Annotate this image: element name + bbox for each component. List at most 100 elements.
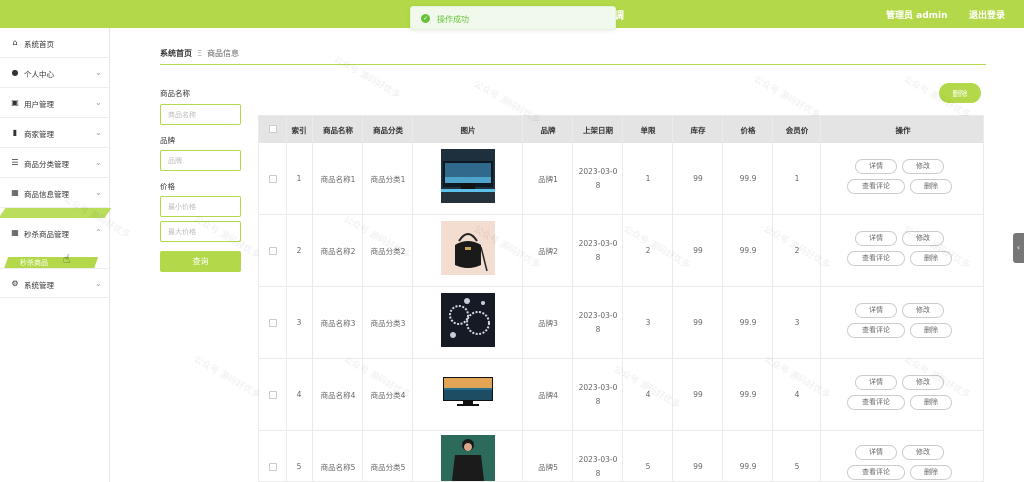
cell-limit: 4 [645, 390, 651, 399]
row-checkbox[interactable] [269, 391, 277, 399]
view-reviews-button[interactable]: 查看评论 [847, 323, 905, 338]
edit-button[interactable]: 修改 [902, 375, 944, 390]
sidebar-item-products[interactable]: ▦ 商品信息管理 ⌄ [0, 178, 110, 208]
query-button[interactable]: 查询 [160, 251, 241, 272]
breadcrumb-home[interactable]: 系统首页 [160, 49, 192, 58]
filter-name-label: 商品名称 [160, 89, 190, 98]
view-reviews-button[interactable]: 查看评论 [847, 395, 905, 410]
cell-name: 商品名称1 [320, 175, 356, 184]
cell-date-cont: 8 [595, 181, 601, 190]
view-reviews-button[interactable]: 查看评论 [847, 465, 905, 480]
table-row[interactable]: 5 商品名称5 商品分类5 品牌5 2023-03-0 8 5 99 99.9 … [259, 431, 983, 481]
row-checkbox[interactable] [269, 247, 277, 255]
edit-button[interactable]: 修改 [902, 445, 944, 460]
users-icon: ▣ [11, 98, 19, 107]
breadcrumb-current: 商品信息 [207, 49, 240, 58]
table-row[interactable]: 3 商品名称3 商品分类3 品牌3 2023-03-0 8 3 99 99.9 … [259, 287, 983, 359]
watermark: 公众号 源码好优多 [331, 54, 402, 101]
chevron-down-icon: ⌄ [95, 68, 102, 77]
user-label[interactable]: 管理员 admin [886, 8, 948, 21]
side-expand-icon[interactable]: ‹ [1013, 233, 1024, 263]
column-header: 上架日期 [583, 126, 613, 135]
table-row[interactable]: 4 商品名称4 商品分类4 品牌4 2023-03-0 8 4 99 99.9 … [259, 359, 983, 431]
check-circle-icon: ✓ [421, 14, 430, 23]
detail-button[interactable]: 详情 [855, 159, 897, 174]
column-header: 品牌 [540, 126, 556, 135]
column-header: 库存 [690, 126, 706, 135]
cell-date-cont: 8 [595, 325, 601, 334]
table-row[interactable]: 1 商品名称1 商品分类1 品牌1 2023-03-0 8 1 99 99.9 … [259, 143, 983, 215]
cell-index: 2 [296, 246, 302, 255]
detail-button[interactable]: 详情 [855, 231, 897, 246]
cell-member-price: 3 [794, 318, 800, 327]
row-checkbox[interactable] [269, 463, 277, 471]
cell-limit: 5 [645, 462, 651, 471]
edit-button[interactable]: 修改 [902, 159, 944, 174]
edit-button[interactable]: 修改 [902, 303, 944, 318]
table-row[interactable]: 2 商品名称2 商品分类2 品牌2 2023-03-0 8 2 99 99.9 … [259, 215, 983, 287]
row-delete-button[interactable]: 删除 [910, 323, 952, 338]
row-delete-button[interactable]: 删除 [910, 395, 952, 410]
logout-link[interactable]: 退出登录 [969, 8, 1005, 21]
cell-member-price: 1 [794, 174, 800, 183]
sidebar-item-personal[interactable]: ● 个人中心 ⌄ [0, 58, 110, 88]
chevron-down-icon: ⌄ [95, 98, 102, 107]
product-name-input[interactable] [161, 105, 240, 124]
row-delete-button[interactable]: 删除 [910, 465, 952, 480]
product-image-monitor [441, 149, 495, 203]
brand-field[interactable] [160, 150, 241, 171]
grid-icon: ▦ [11, 228, 19, 237]
detail-button[interactable]: 详情 [855, 375, 897, 390]
min-price-field[interactable] [160, 196, 241, 217]
cell-limit: 3 [645, 318, 651, 327]
row-delete-button[interactable]: 删除 [910, 251, 952, 266]
filter-price-label: 价格 [160, 182, 175, 191]
product-name-field[interactable] [160, 104, 241, 125]
detail-button[interactable]: 详情 [855, 303, 897, 318]
sidebar-item-merchants[interactable]: ▮ 商家管理 ⌄ [0, 118, 110, 148]
cell-stock: 99 [693, 246, 703, 255]
cell-brand: 品牌2 [538, 247, 558, 256]
cell-date-cont: 8 [595, 253, 601, 262]
view-reviews-button[interactable]: 查看评论 [847, 251, 905, 266]
grid-icon: ▦ [11, 188, 19, 197]
cell-name: 商品名称3 [320, 319, 356, 328]
edit-button[interactable]: 修改 [902, 231, 944, 246]
column-header: 图片 [460, 126, 476, 135]
row-checkbox[interactable] [269, 319, 277, 327]
sidebar-item-system[interactable]: ⚙ 系统管理 ⌄ [0, 268, 110, 298]
detail-button[interactable]: 详情 [855, 445, 897, 460]
cell-stock: 99 [693, 390, 703, 399]
sidebar-item-label: 秒杀商品管理 [24, 230, 69, 239]
sidebar-item-label: 用户管理 [24, 100, 54, 109]
sidebar-item-label: 商品分类管理 [24, 160, 69, 169]
sidebar-item-flash-sale[interactable]: ▦ 秒杀商品管理 ⌃ [0, 218, 110, 248]
product-image-tv [441, 365, 495, 419]
home-icon: ⌂ [12, 38, 18, 47]
brand-input[interactable] [161, 151, 240, 170]
cell-stock: 99 [693, 174, 703, 183]
cell-index: 3 [296, 318, 302, 327]
chevron-down-icon: ⌄ [95, 158, 102, 167]
list-icon: ☰ [11, 158, 19, 167]
watermark: 公众号 源码好优多 [751, 74, 822, 121]
product-image-clothes [441, 435, 495, 481]
sidebar-item-home[interactable]: ⌂ 系统首页 [0, 28, 110, 58]
view-reviews-button[interactable]: 查看评论 [847, 179, 905, 194]
select-all-checkbox[interactable] [269, 125, 277, 133]
row-checkbox[interactable] [269, 175, 277, 183]
max-price-input[interactable] [161, 222, 240, 241]
cell-stock: 99 [693, 462, 703, 471]
sidebar-item-categories[interactable]: ☰ 商品分类管理 ⌄ [0, 148, 110, 178]
cell-name: 商品名称2 [320, 247, 356, 256]
watermark: 公众号 源码好优多 [191, 354, 262, 401]
min-price-input[interactable] [161, 197, 240, 216]
sidebar-item-users[interactable]: ▣ 用户管理 ⌄ [0, 88, 110, 118]
chevron-down-icon: ⌄ [95, 128, 102, 137]
row-delete-button[interactable]: 删除 [910, 179, 952, 194]
max-price-field[interactable] [160, 221, 241, 242]
delete-button[interactable]: 删除 [939, 83, 981, 103]
user-icon: ● [11, 68, 19, 77]
chevron-down-icon: ⌄ [95, 188, 102, 197]
cell-stock: 99 [693, 318, 703, 327]
